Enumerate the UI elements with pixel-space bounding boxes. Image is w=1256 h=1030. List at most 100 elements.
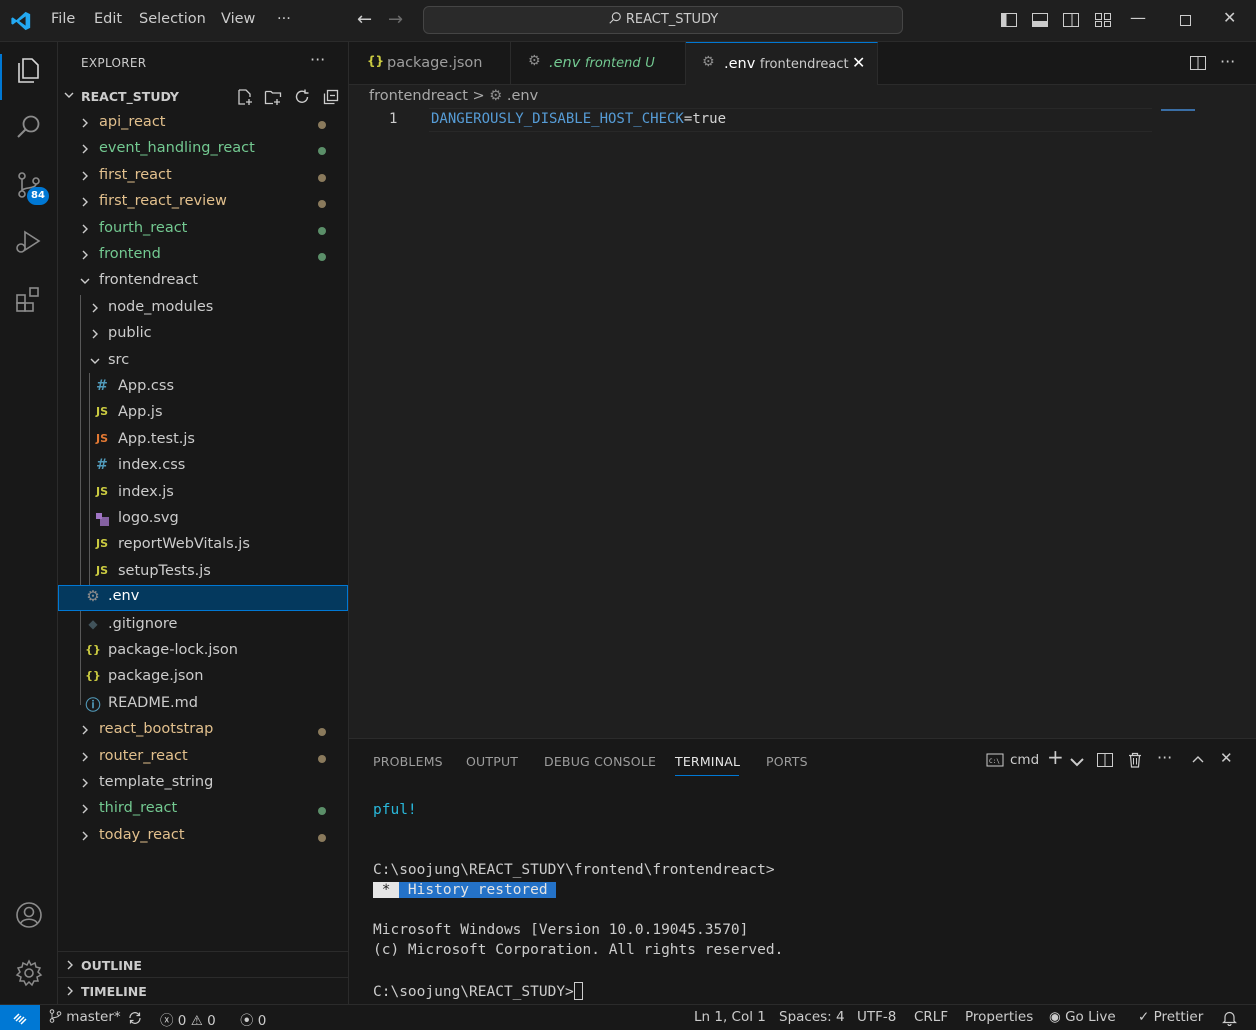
- close-window-icon[interactable]: ✕: [1223, 8, 1236, 27]
- menu-edit[interactable]: Edit: [94, 11, 122, 27]
- outline-section-header[interactable]: OUTLINE: [58, 951, 348, 977]
- toggle-panel-icon[interactable]: [1031, 11, 1049, 29]
- tab-env-frontendreact[interactable]: ⚙ .env frontendreact ✕: [686, 42, 878, 86]
- tree-file-readme-md[interactable]: ⓘ README.md: [58, 692, 348, 718]
- split-terminal-icon[interactable]: [1096, 751, 1114, 769]
- tree-file-package-json[interactable]: {} package.json: [58, 665, 348, 691]
- tree-folder-third-react[interactable]: third_react: [58, 797, 348, 823]
- problems-indicator[interactable]: ⓧ 0 ⚠ 0: [160, 1009, 216, 1029]
- tree-file-setup-tests-js[interactable]: JS setupTests.js: [58, 560, 348, 586]
- forward-arrow-icon[interactable]: →: [388, 9, 403, 30]
- info-file-icon: ⓘ: [85, 696, 101, 714]
- maximize-icon[interactable]: [1180, 15, 1191, 26]
- tree-folder-react-bootstrap[interactable]: react_bootstrap: [58, 718, 348, 744]
- tree-folder-fourth-react[interactable]: fourth_react: [58, 217, 348, 243]
- menu-selection[interactable]: Selection: [139, 11, 206, 27]
- chevron-down-icon[interactable]: [1068, 753, 1086, 771]
- panel-more-actions-icon[interactable]: ···: [1157, 748, 1172, 767]
- tree-file-env-selected[interactable]: ⚙ .env: [58, 585, 348, 611]
- run-debug-icon[interactable]: [14, 227, 44, 257]
- tree-folder-src[interactable]: src: [58, 349, 348, 375]
- tree-folder-first-react[interactable]: first_react: [58, 164, 348, 190]
- minimize-icon[interactable]: —: [1130, 8, 1146, 27]
- panel-tab-ports[interactable]: PORTS: [766, 754, 808, 769]
- indentation[interactable]: Spaces: 4: [779, 1009, 845, 1025]
- menu-file[interactable]: File: [51, 11, 75, 27]
- source-control-badge: 84: [27, 187, 49, 205]
- tab-env-frontend[interactable]: ⚙ .env frontend U: [511, 42, 686, 85]
- notifications-bell-icon[interactable]: [1222, 1010, 1237, 1026]
- go-live-button[interactable]: ◉ Go Live: [1049, 1009, 1116, 1025]
- tree-file-app-css[interactable]: # App.css: [58, 375, 348, 401]
- tree-file-gitignore[interactable]: ◆ .gitignore: [58, 613, 348, 639]
- tree-file-index-css[interactable]: # index.css: [58, 454, 348, 480]
- code-line[interactable]: DANGEROUSLY_DISABLE_HOST_CHECK=true: [431, 111, 726, 127]
- extensions-icon[interactable]: [14, 285, 44, 315]
- account-icon[interactable]: [14, 900, 44, 930]
- tree-folder-node-modules[interactable]: node_modules: [58, 296, 348, 322]
- terminal-prompt-line[interactable]: C:\soojung\REACT_STUDY>: [373, 982, 583, 1000]
- tree-file-report-web-vitals-js[interactable]: JS reportWebVitals.js: [58, 533, 348, 559]
- close-panel-icon[interactable]: ✕: [1220, 749, 1233, 767]
- tree-folder-public[interactable]: public: [58, 322, 348, 348]
- collapse-all-icon[interactable]: [322, 88, 340, 106]
- tree-folder-template-string[interactable]: template_string: [58, 771, 348, 797]
- maximize-panel-chevron-up-icon[interactable]: [1189, 751, 1207, 769]
- workspace-root-header[interactable]: REACT_STUDY: [58, 86, 348, 108]
- panel-tab-terminal[interactable]: TERMINAL: [675, 754, 740, 769]
- manage-gear-icon[interactable]: [14, 958, 44, 988]
- terminal-shell-label[interactable]: cmd: [1010, 752, 1039, 768]
- tree-folder-frontend[interactable]: frontend: [58, 243, 348, 269]
- trash-icon[interactable]: [1126, 751, 1144, 769]
- menu-view[interactable]: View: [221, 11, 255, 27]
- panel-tab-output[interactable]: OUTPUT: [466, 754, 518, 769]
- tree-label: node_modules: [108, 299, 214, 315]
- more-actions-icon[interactable]: ···: [310, 50, 325, 69]
- tab-package-json[interactable]: {} package.json: [349, 42, 511, 85]
- end-of-line[interactable]: CRLF: [914, 1009, 948, 1025]
- remote-indicator[interactable]: [0, 1005, 40, 1030]
- tree-folder-frontendreact[interactable]: frontendreact: [58, 269, 348, 295]
- cursor-position[interactable]: Ln 1, Col 1: [694, 1009, 766, 1025]
- breadcrumb-file[interactable]: .env: [507, 88, 538, 104]
- language-mode[interactable]: Properties: [965, 1009, 1033, 1025]
- timeline-section-header[interactable]: TIMELINE: [58, 977, 348, 1003]
- explorer-icon[interactable]: [14, 54, 44, 84]
- branch-indicator[interactable]: master*: [49, 1009, 121, 1025]
- menu-more[interactable]: ···: [277, 11, 291, 27]
- tree-file-index-js[interactable]: JS index.js: [58, 481, 348, 507]
- tree-file-logo-svg[interactable]: logo.svg: [58, 507, 348, 533]
- line-number: 1: [389, 111, 398, 127]
- command-center[interactable]: REACT_STUDY: [423, 6, 903, 34]
- refresh-icon[interactable]: [293, 88, 311, 106]
- minimap-line: [1161, 109, 1195, 111]
- search-icon[interactable]: [14, 112, 44, 142]
- ports-indicator[interactable]: ⦿ 0: [240, 1009, 266, 1029]
- toggle-secondary-sidebar-icon[interactable]: [1062, 11, 1080, 29]
- split-editor-icon[interactable]: [1189, 54, 1207, 72]
- new-terminal-plus-icon[interactable]: +: [1047, 745, 1064, 769]
- customize-layout-icon[interactable]: [1094, 11, 1112, 29]
- panel-tab-problems[interactable]: PROBLEMS: [373, 754, 443, 769]
- tree-folder-first-react-review[interactable]: first_react_review: [58, 190, 348, 216]
- breadcrumb-folder[interactable]: frontendreact: [369, 88, 468, 104]
- sync-icon[interactable]: [127, 1011, 143, 1025]
- tree-folder-today-react[interactable]: today_react: [58, 824, 348, 850]
- new-file-icon[interactable]: [236, 88, 254, 106]
- tree-folder-event-handling-react[interactable]: event_handling_react: [58, 137, 348, 163]
- new-folder-icon[interactable]: [264, 88, 282, 106]
- editor-more-actions-icon[interactable]: ···: [1220, 52, 1235, 71]
- tree-file-package-lock-json[interactable]: {} package-lock.json: [58, 639, 348, 665]
- tree-file-app-js[interactable]: JS App.js: [58, 401, 348, 427]
- tree-folder-router-react[interactable]: router_react: [58, 745, 348, 771]
- tree-label: App.js: [118, 404, 163, 420]
- back-arrow-icon[interactable]: ←: [357, 9, 372, 30]
- prettier-button[interactable]: ✓ Prettier: [1138, 1009, 1203, 1025]
- editor-area[interactable]: 1 DANGEROUSLY_DISABLE_HOST_CHECK=true: [349, 85, 1256, 737]
- toggle-primary-sidebar-icon[interactable]: [1000, 11, 1018, 29]
- encoding[interactable]: UTF-8: [857, 1009, 896, 1025]
- tree-folder-api-react[interactable]: api_react: [58, 111, 348, 137]
- panel-tab-debug-console[interactable]: DEBUG CONSOLE: [544, 754, 656, 769]
- tree-file-app-test-js[interactable]: JS App.test.js: [58, 428, 348, 454]
- close-tab-icon[interactable]: ✕: [852, 53, 865, 72]
